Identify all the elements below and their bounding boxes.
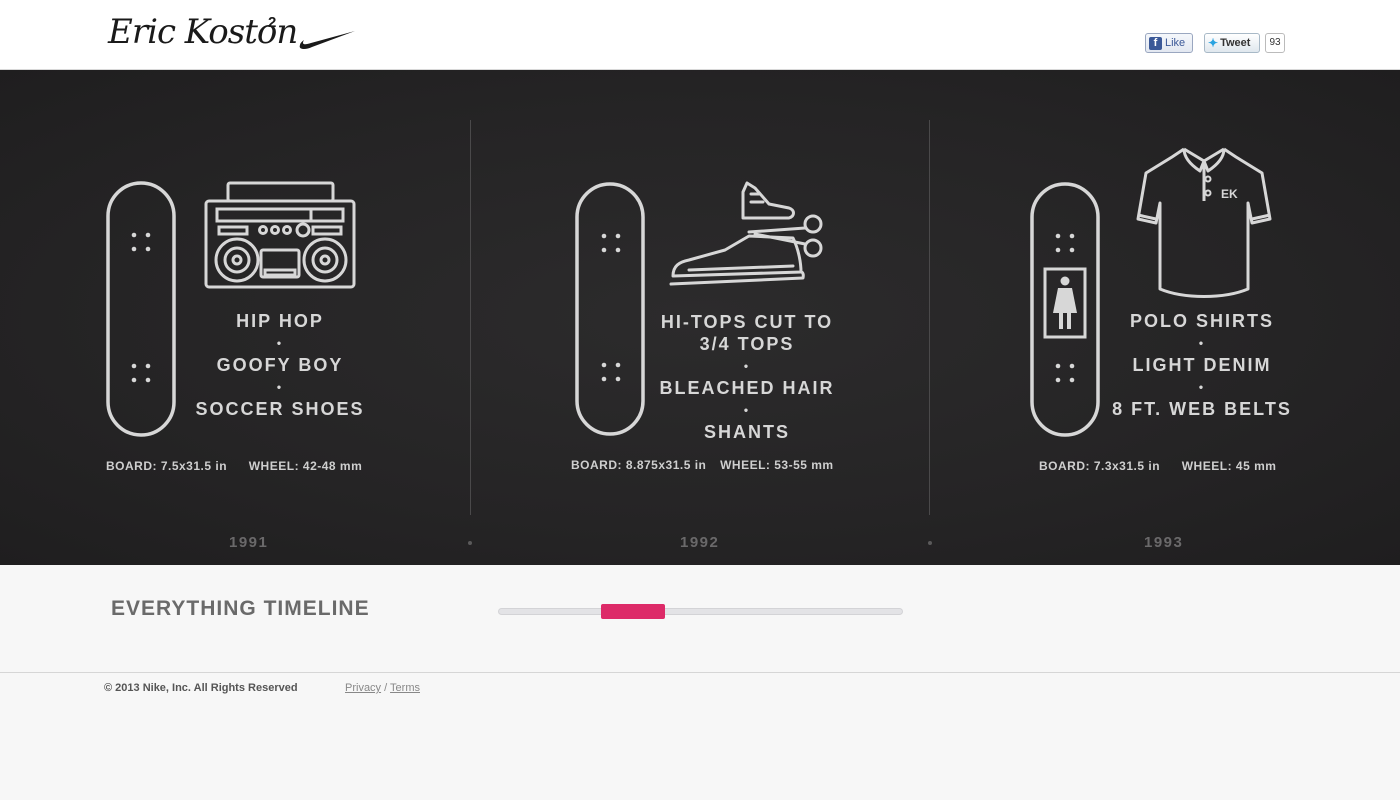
tweet-button[interactable]: ✦ Tweet: [1204, 33, 1260, 53]
board-specs: BOARD: 7.5x31.5 in WHEEL: 42-48 mm: [106, 459, 362, 473]
footer-links: Privacy / Terms: [345, 682, 420, 694]
wheel-size: WHEEL: 53-55 mm: [720, 458, 834, 472]
link-separator: /: [384, 682, 388, 694]
site-header: Eric Koston 2 f Like ✦ Tweet 93: [0, 0, 1400, 70]
twitter-bird-icon: ✦: [1208, 36, 1219, 50]
skateboard-deck-icon: [1030, 182, 1100, 437]
wheel-size: WHEEL: 45 mm: [1181, 459, 1277, 473]
timeline-title: EVERYTHING TIMELINE: [111, 597, 370, 620]
column-text: POLO SHIRTS • LIGHT DENIM • 8 FT. WEB BE…: [1102, 310, 1302, 420]
cut-sneaker-scissors-icon: [669, 181, 823, 286]
board-size: BOARD: 7.3x31.5 in: [1039, 459, 1161, 473]
nike-swoosh-icon[interactable]: [298, 28, 356, 50]
shirt-monogram: EK: [1221, 187, 1238, 201]
item-2: GOOFY BOY: [216, 355, 344, 375]
item-3: SOCCER SHOES: [195, 399, 365, 419]
timeline-track[interactable]: [498, 608, 903, 615]
year-separator-dot: [468, 541, 472, 545]
item-1: POLO SHIRTS: [1129, 311, 1274, 331]
facebook-icon: f: [1149, 36, 1162, 50]
item-2: LIGHT DENIM: [1132, 355, 1272, 375]
year-column-1991: HIP HOP • GOOFY BOY • SOCCER SHOES BOARD…: [0, 70, 470, 565]
item-3: SHANTS: [703, 422, 790, 442]
terms-link[interactable]: Terms: [390, 682, 420, 694]
column-text: HIP HOP • GOOFY BOY • SOCCER SHOES: [180, 310, 380, 420]
column-text: HI-TOPS CUT TO 3/4 TOPS • BLEACHED HAIR …: [647, 311, 847, 443]
skateboard-deck-icon: [106, 181, 176, 437]
boombox-icon: [204, 181, 356, 289]
year-separator-dot: [928, 541, 932, 545]
polo-shirt-icon: EK: [1136, 147, 1272, 298]
tweet-count: 93: [1265, 33, 1285, 53]
facebook-like-label: Like: [1165, 37, 1186, 49]
bullet-separator: •: [743, 359, 751, 373]
bullet-separator: •: [743, 403, 751, 417]
year-column-1992: HI-TOPS CUT TO 3/4 TOPS • BLEACHED HAIR …: [471, 70, 929, 565]
item-1: HI-TOPS CUT TO 3/4 TOPS: [660, 312, 834, 354]
year-panel: HIP HOP • GOOFY BOY • SOCCER SHOES BOARD…: [0, 70, 1400, 565]
item-2: BLEACHED HAIR: [659, 378, 835, 398]
year-label-1993[interactable]: 1993: [1144, 534, 1183, 551]
board-size: BOARD: 7.5x31.5 in: [106, 459, 228, 473]
bullet-separator: •: [1198, 336, 1206, 350]
item-3: 8 FT. WEB BELTS: [1112, 399, 1292, 419]
tweet-label: Tweet: [1220, 37, 1251, 49]
item-1: HIP HOP: [236, 311, 324, 331]
year-column-1993: EK POLO SHIRTS • LIGHT DENIM • 8 FT. WEB…: [930, 70, 1400, 565]
bullet-separator: •: [276, 380, 284, 394]
skateboard-deck-icon: [575, 182, 645, 436]
logo-superscript: 2: [268, 14, 277, 31]
year-label-1991[interactable]: 1991: [229, 534, 268, 551]
board-specs: BOARD: 7.3x31.5 in WHEEL: 45 mm: [1039, 459, 1276, 473]
year-label-1992[interactable]: 1992: [680, 534, 719, 551]
privacy-link[interactable]: Privacy: [345, 682, 381, 694]
facebook-like-button[interactable]: f Like: [1145, 33, 1193, 53]
bullet-separator: •: [1198, 380, 1206, 394]
board-size: BOARD: 8.875x31.5 in: [571, 458, 707, 472]
bullet-separator: •: [276, 336, 284, 350]
wheel-size: WHEEL: 42-48 mm: [248, 459, 363, 473]
footer-divider: [0, 672, 1400, 673]
board-specs: BOARD: 8.875x31.5 in WHEEL: 53-55 mm: [571, 458, 834, 472]
copyright-text: © 2013 Nike, Inc. All Rights Reserved: [104, 682, 298, 694]
timeline-slider-thumb[interactable]: [601, 604, 665, 619]
